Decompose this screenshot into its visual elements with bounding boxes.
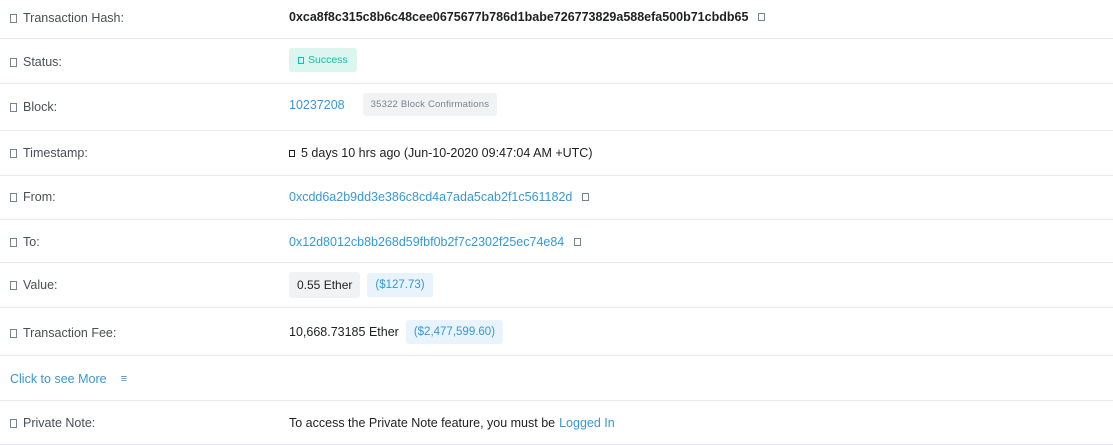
status-label: Status: (23, 55, 62, 69)
row-to: To: 0x12d8012cb8b268d59fbf0b2f7c2302f25e… (0, 220, 1113, 263)
block-number-link[interactable]: 10237208 (289, 98, 345, 112)
see-more-toggle[interactable]: Click to see More ≡ (10, 372, 127, 386)
usd-value-pill: ($127.73) (367, 273, 433, 297)
question-circle-icon[interactable] (10, 57, 17, 67)
block-confirmations-badge: 35322 Block Confirmations (362, 93, 498, 116)
row-block: Block: 10237208 35322 Block Confirmation… (0, 84, 1113, 131)
from-address-link[interactable]: 0xcdd6a2b9dd3e386c8cd4a7ada5cab2f1c56118… (289, 190, 572, 204)
row-from: From: 0xcdd6a2b9dd3e386c8cd4a7ada5cab2f1… (0, 176, 1113, 220)
label-timestamp: Timestamp: (10, 146, 88, 160)
value-from: 0xcdd6a2b9dd3e386c8cd4a7ada5cab2f1c56118… (289, 190, 590, 204)
question-circle-icon[interactable] (10, 418, 17, 428)
question-circle-icon[interactable] (10, 328, 17, 338)
question-circle-icon[interactable] (10, 148, 17, 158)
label-private-note: Private Note: (10, 416, 95, 430)
to-label: To: (23, 235, 40, 249)
value-to: 0x12d8012cb8b268d59fbf0b2f7c2302f25ec74e… (289, 235, 582, 249)
row-see-more: Click to see More ≡ (0, 356, 1113, 401)
label-to: To: (10, 235, 40, 249)
transaction-fee-label: Transaction Fee: (23, 326, 117, 340)
copy-icon[interactable] (758, 13, 766, 21)
from-label: From: (23, 190, 56, 204)
value-block: 10237208 35322 Block Confirmations (289, 93, 498, 116)
row-timestamp: Timestamp: 5 days 10 hrs ago (Jun-10-202… (0, 131, 1113, 176)
private-note-label: Private Note: (23, 416, 96, 430)
value-transaction-fee: 10,668.73185 Ether ($2,477,599.60) (289, 319, 504, 345)
value-transaction-hash: 0xca8f8c315c8b6c48cee0675677b786d1babe72… (289, 10, 766, 24)
row-transaction-hash: Transaction Hash: 0xca8f8c315c8b6c48cee0… (0, 0, 1113, 39)
timestamp-label: Timestamp: (23, 146, 88, 160)
see-more-link[interactable]: Click to see More (10, 372, 107, 386)
label-from: From: (10, 190, 56, 204)
value-label: Value: (23, 278, 58, 292)
question-circle-icon[interactable] (10, 237, 17, 247)
check-circle-icon (298, 56, 304, 64)
clock-icon (289, 149, 295, 157)
transaction-hash-label: Transaction Hash: (23, 11, 124, 25)
question-circle-icon[interactable] (10, 102, 17, 112)
fee-usd-pill: ($2,477,599.60) (405, 320, 504, 344)
label-transaction-hash: Transaction Hash: (10, 11, 124, 25)
value-private-note: To access the Private Note feature, you … (289, 416, 615, 430)
fee-ether-value: 10,668.73185 Ether (289, 325, 399, 339)
question-circle-icon[interactable] (10, 192, 17, 202)
value-timestamp: 5 days 10 hrs ago (Jun-10-2020 09:47:04 … (289, 146, 593, 160)
row-transaction-fee: Transaction Fee: 10,668.73185 Ether ($2,… (0, 308, 1113, 356)
value-status: Success (289, 48, 357, 72)
logged-in-link[interactable]: Logged In (559, 416, 615, 430)
copy-icon[interactable] (582, 193, 590, 201)
question-circle-icon[interactable] (10, 13, 17, 23)
value-value: 0.55 Ether ($127.73) (289, 272, 433, 298)
label-block: Block: (10, 100, 57, 114)
row-private-note: Private Note: To access the Private Note… (0, 401, 1113, 445)
transaction-hash-value[interactable]: 0xca8f8c315c8b6c48cee0675677b786d1babe72… (289, 10, 748, 24)
label-transaction-fee: Transaction Fee: (10, 326, 116, 340)
list-icon[interactable]: ≡ (121, 373, 127, 385)
to-address-link[interactable]: 0x12d8012cb8b268d59fbf0b2f7c2302f25ec74e… (289, 235, 564, 249)
ether-value-pill: 0.55 Ether (289, 272, 361, 298)
block-label: Block: (23, 100, 58, 114)
timestamp-value: 5 days 10 hrs ago (Jun-10-2020 09:47:04 … (301, 146, 593, 160)
status-badge: Success (289, 48, 357, 72)
label-status: Status: (10, 55, 62, 69)
question-circle-icon[interactable] (10, 280, 17, 290)
private-note-text: To access the Private Note feature, you … (289, 416, 556, 430)
row-status: Status: Success (0, 39, 1113, 84)
label-value: Value: (10, 278, 58, 292)
status-badge-text: Success (308, 54, 348, 66)
copy-icon[interactable] (574, 238, 582, 246)
row-value: Value: 0.55 Ether ($127.73) (0, 263, 1113, 308)
